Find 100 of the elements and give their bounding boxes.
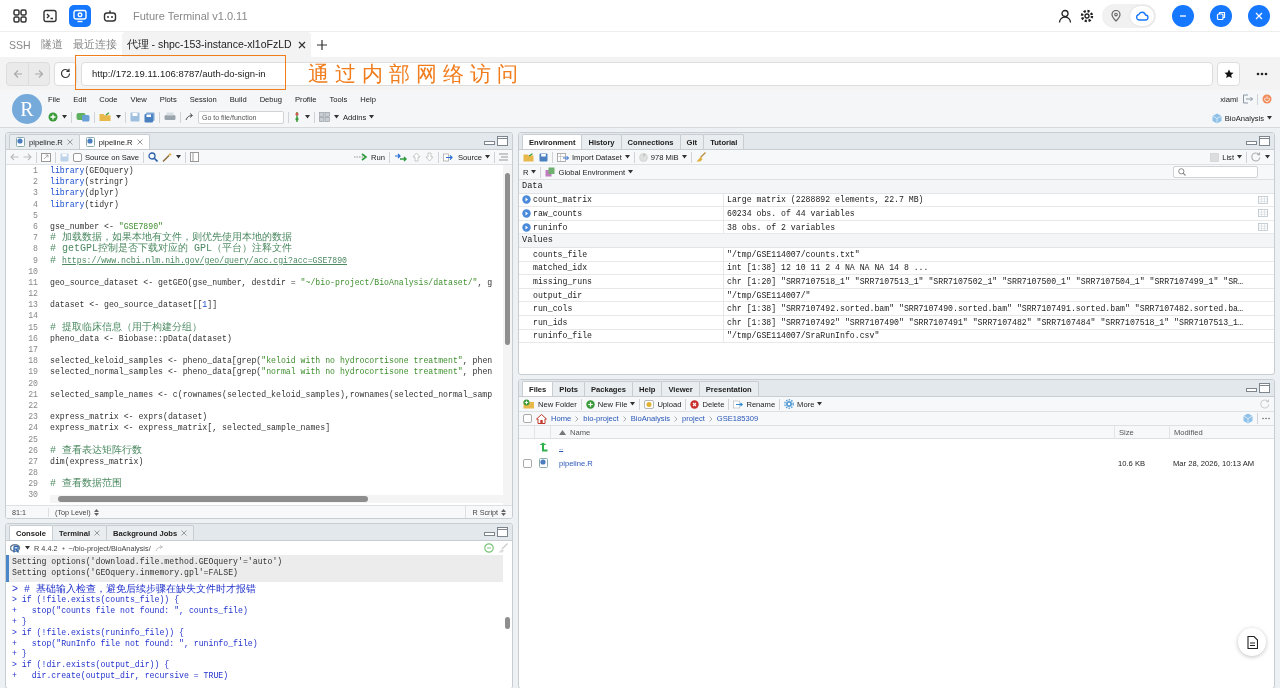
line-number: 7 [32,232,38,244]
variable-value: chr [1:38] "SRR7107492.sorted.bam" "SRR7107490.sorted.bam" "SRR7107491.sorted.bam" "SRR7107482.sorted.ba… [726,304,1244,314]
stack-icon [545,167,556,177]
cloud-icon [1135,9,1149,22]
variable-name: raw_counts [533,209,583,218]
vertical-scrollbar[interactable] [503,165,512,505]
code-line: # 查看表达矩阵行数 [50,444,142,456]
interrupt-icon[interactable] [484,543,494,553]
location-pin-icon [1110,9,1122,22]
updown-icon [93,508,99,516]
git-icon[interactable] [293,111,301,123]
dot-icon [61,546,65,550]
home-icon[interactable] [536,413,547,424]
variable-name: runinfo [533,222,568,232]
up-arrow-icon[interactable] [411,152,421,162]
menu-lines-icon[interactable] [499,153,508,161]
variable-name: run_ids [533,317,568,327]
variable-value: "/tmp/GSE114007/SraRunInfo.csv" [726,331,881,341]
broom-icon[interactable] [498,543,508,553]
search-field[interactable] [1173,166,1258,178]
close-button[interactable] [1248,4,1270,27]
browser-tab[interactable]: 最近连接 [67,32,122,57]
more-icon[interactable] [1262,417,1270,420]
code-line: library(dplyr) [50,187,119,199]
grid-icon [13,8,27,23]
open-folder-icon[interactable] [523,152,535,162]
table-icon[interactable] [1258,223,1268,232]
power-icon[interactable] [1262,94,1272,104]
print-icon[interactable] [164,112,176,122]
sign-out-icon[interactable] [1242,94,1253,104]
project-icon[interactable] [76,112,90,122]
minimize-button[interactable] [1172,4,1194,27]
document-icon [1246,635,1258,649]
code-line: selected_keloid_samples <- pheno_data[grep("keloid with no hydrocortisone treatment", phen [50,355,493,367]
wand-icon[interactable] [162,152,173,162]
code-line: selected_sample_names <- c(rownames(selected_keloid_samples),rownames(selected_normal_samp [50,388,493,400]
save-icon[interactable] [539,152,548,162]
line-number: 17 [27,344,38,356]
maximize-pane-icon[interactable] [497,136,508,146]
line-number: 28 [27,467,38,479]
variable-value: "/tmp/GSE114007/" [726,290,812,300]
chevron-icon [622,415,627,422]
checkbox[interactable] [73,152,82,162]
expand-icon[interactable] [522,195,531,205]
settings-icon[interactable] [1080,8,1094,23]
outline-icon[interactable] [190,152,200,162]
maximize-pane-icon[interactable] [1259,383,1270,393]
browser-tab[interactable]: 代理 - shpc-153-instance-xl1oFzLD [121,32,311,57]
line-number: 15 [27,321,38,333]
line-number: 10 [27,265,38,277]
back-icon[interactable] [10,153,19,161]
code-line: library(GEOquery) [50,165,134,177]
line-number: 12 [27,288,38,300]
r-logo-icon [10,543,21,553]
console-command: + } [11,617,28,628]
code-line: pheno_data <- Biobase::pData(dataset) [50,332,232,344]
line-number: 23 [27,411,38,423]
robot-icon [103,8,117,23]
line-number: 24 [27,422,38,434]
go-arrow-icon [185,113,194,121]
window-icon[interactable] [41,152,51,162]
expand-icon[interactable] [522,209,531,218]
folder-icon[interactable] [99,112,112,122]
browser-tab[interactable]: SSH [4,32,36,57]
restore-button[interactable] [1210,4,1232,27]
caret-icon [681,155,687,159]
maximize-pane-icon[interactable] [497,527,508,537]
user-icon[interactable] [1058,8,1072,23]
line-number: 1 [32,165,38,177]
horizontal-scrollbar[interactable] [50,495,503,503]
caret-icon [305,115,310,119]
refresh-icon[interactable] [1251,152,1261,162]
console-command: + } [11,649,28,660]
search-icon[interactable] [148,152,159,162]
share-arrow-icon[interactable] [154,544,164,552]
code-line: dataset <- geo_source_dataset[[1]] [50,299,218,311]
variable-value: chr [1:20] "SRR7107518_1" "SRR7107513_1" "SRR7107502_1" "SRR7107500_1" "SRR7107504_1" "SRR7107499_1" "SR… [726,276,1244,286]
bookmark-button[interactable] [1217,61,1240,86]
save-icon[interactable] [130,112,140,122]
console-command: + dir.create(output_dir, recursive = TRUE) [11,670,230,682]
checkbox[interactable] [522,458,532,468]
browser-tab[interactable]: 隧道 [35,32,68,57]
table-icon[interactable] [1258,209,1268,218]
down-arrow-icon[interactable] [424,152,434,162]
close-icon[interactable] [297,40,306,49]
console-command: > if (!dir.exists(output_dir)) { [11,660,171,671]
new-file-icon[interactable] [48,112,58,122]
cube-icon[interactable] [1243,413,1253,424]
table-icon[interactable] [1258,195,1268,204]
expand-icon[interactable] [522,222,531,232]
checkbox[interactable] [523,414,532,423]
save-all-icon[interactable] [144,111,155,123]
mode-button[interactable] [1130,5,1154,26]
maximize-pane-icon[interactable] [1259,136,1270,146]
variable-name: matched_idx [533,263,588,273]
reload-button[interactable] [54,61,77,86]
rerun-icon[interactable] [393,152,408,162]
broom-icon[interactable] [695,152,706,162]
line-number: 21 [27,388,38,400]
forward-icon[interactable] [23,153,32,161]
